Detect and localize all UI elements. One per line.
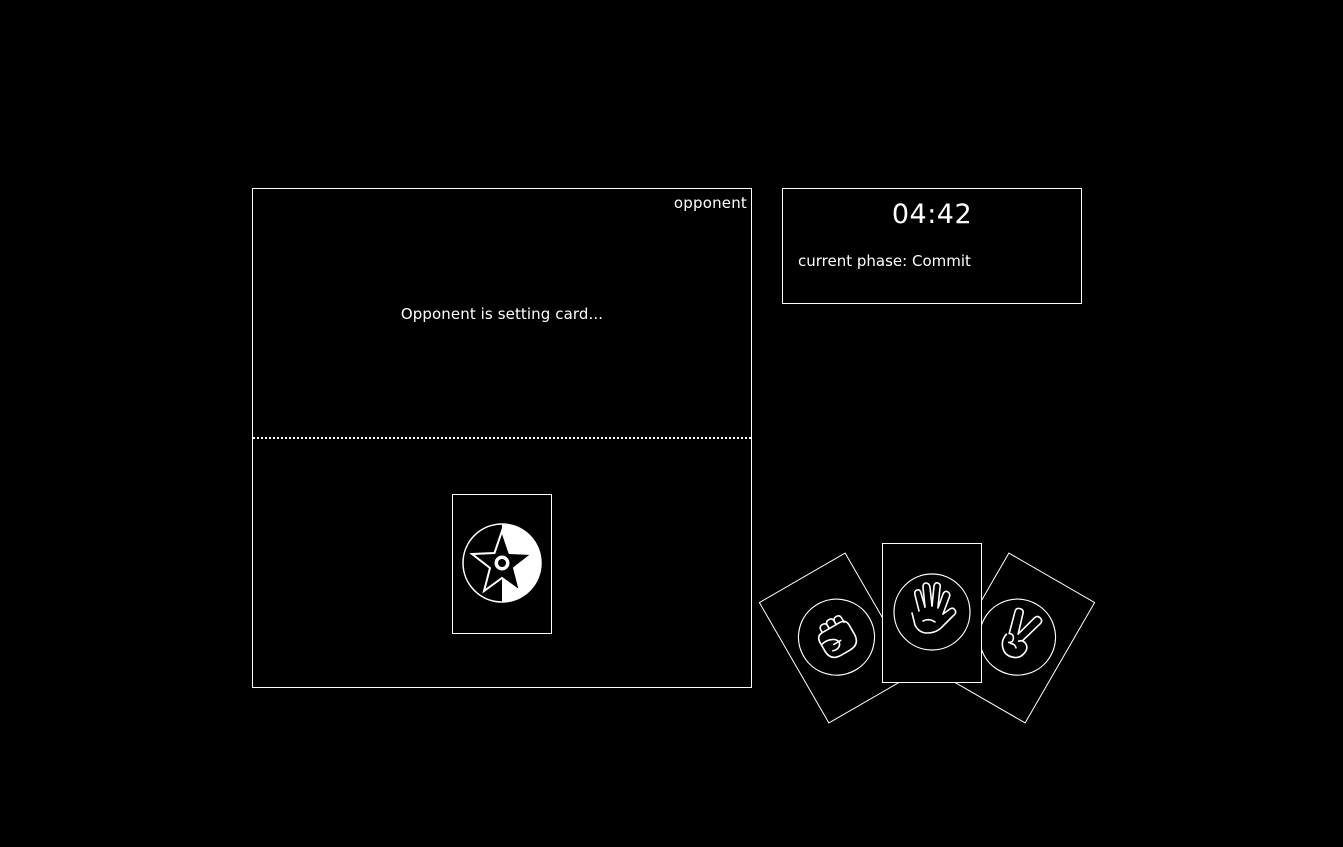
star-yin-yang-icon [462, 523, 542, 603]
played-card[interactable] [452, 494, 552, 634]
open-hand-icon [893, 573, 971, 651]
game-board: opponent Opponent is setting card... [252, 188, 752, 688]
countdown-timer: 04:42 [891, 199, 973, 230]
info-panel: 04:42 current phase: Commit [782, 188, 1082, 304]
opponent-status-text: Opponent is setting card... [400, 305, 604, 323]
current-phase-text: current phase: Commit [798, 252, 971, 270]
opponent-label: opponent [673, 194, 747, 212]
board-divider [253, 437, 751, 439]
hand-card-paper[interactable] [882, 543, 982, 683]
fist-icon [797, 598, 876, 676]
